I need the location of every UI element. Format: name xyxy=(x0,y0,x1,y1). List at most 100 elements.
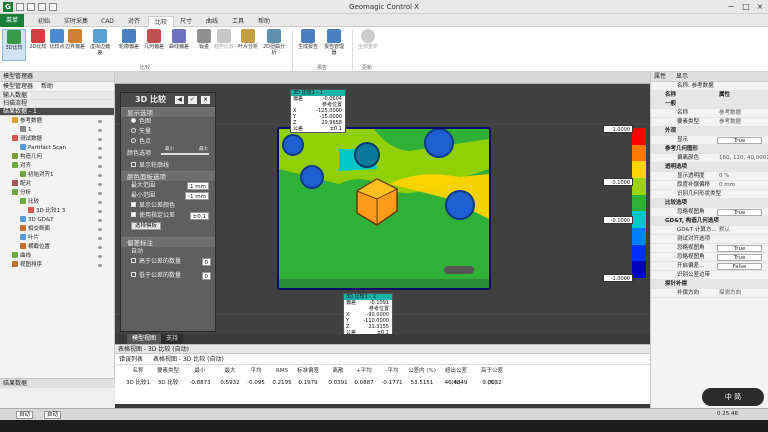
color-steps-slider[interactable] xyxy=(161,153,209,155)
report-manager-button[interactable]: 报告管理器 xyxy=(322,29,346,61)
table-header-cell[interactable]: 超出公差 (%) xyxy=(441,365,471,386)
tree-item[interactable]: 构造几何 xyxy=(0,153,114,162)
visibility-icon[interactable] xyxy=(98,237,102,240)
property-section[interactable]: 外观 xyxy=(651,127,768,136)
max-range-field[interactable]: 1 mm xyxy=(187,182,209,190)
tree-item[interactable]: 对齐 xyxy=(0,162,114,171)
tree-item[interactable]: 初始对齐1 xyxy=(0,171,114,180)
tab-realtime[interactable]: 实时采集 xyxy=(58,16,94,27)
property-section[interactable]: 参考几何图形 xyxy=(651,145,768,154)
back-icon[interactable]: ◀ xyxy=(175,96,184,104)
visibility-icon[interactable] xyxy=(98,138,102,141)
option-colorpoint[interactable]: 色点 xyxy=(121,137,215,147)
tree-item[interactable]: 测试数据 xyxy=(0,135,114,144)
tree-item[interactable]: 曲线 xyxy=(0,252,114,261)
tab-cad[interactable]: CAD xyxy=(95,16,120,27)
table-header-cell[interactable]: 高于公差 (%) xyxy=(477,365,507,386)
compare-3d-button[interactable]: 3D比较 xyxy=(2,29,26,61)
annotation-header[interactable]: 偏差标注 xyxy=(121,237,215,247)
trend-button[interactable]: 趋势比较 xyxy=(212,29,236,61)
option-vector[interactable]: 矢量 xyxy=(121,127,215,137)
curve-deviation-button[interactable]: 曲线偏差 xyxy=(167,29,191,61)
tree-item[interactable]: 相交断面 xyxy=(0,225,114,234)
tree-item[interactable]: 视图排序 xyxy=(0,261,114,270)
ime-widget[interactable]: 中 简 xyxy=(702,388,764,406)
visibility-icon[interactable] xyxy=(98,255,102,258)
visibility-icon[interactable] xyxy=(98,174,102,177)
property-section[interactable]: GD&T, 构造几何选项 xyxy=(651,217,768,226)
visibility-icon[interactable] xyxy=(98,147,102,150)
visibility-icon[interactable] xyxy=(98,219,102,222)
tab-model-view[interactable]: 模型视图 xyxy=(127,334,162,344)
tab-dimension[interactable]: 尺寸 xyxy=(174,16,198,27)
tree-item[interactable]: 3D 比较1 3 xyxy=(0,207,114,216)
section-result-data[interactable]: 结果数据 - 1 xyxy=(0,108,114,116)
section-input-data[interactable]: 输入数据 xyxy=(0,92,114,100)
tab-initial[interactable]: 初始 xyxy=(32,16,56,27)
property-row[interactable]: 忽略视图角 True xyxy=(651,208,768,217)
select-template-button[interactable]: 选择模板 xyxy=(131,222,162,230)
property-value[interactable]: True xyxy=(717,254,762,261)
above-tolerance-row[interactable]: 高于公差的数量 0 xyxy=(121,257,215,267)
property-row[interactable]: 开启偏差... False xyxy=(651,262,768,271)
property-value[interactable]: False xyxy=(717,263,762,270)
boundary-deviation-button[interactable]: 边界偏差 xyxy=(63,29,87,61)
min-range-field[interactable]: -1 mm xyxy=(185,192,209,200)
visibility-icon[interactable] xyxy=(98,264,102,267)
close-icon[interactable]: × xyxy=(753,2,767,12)
tree-item[interactable]: 参考数据 xyxy=(0,117,114,126)
table-header-cell[interactable]: +平均 xyxy=(349,365,379,377)
property-row[interactable]: 补偿方向 探测方向 xyxy=(651,289,768,298)
display-options-header[interactable]: 显示选项 xyxy=(121,107,215,117)
generate-report-button[interactable]: 生成报告 xyxy=(296,29,320,61)
table-header-cell[interactable]: 要素类型 xyxy=(153,365,183,377)
property-row[interactable]: 厚度补偿偏移 0 mm xyxy=(651,181,768,190)
show-contour-row[interactable]: 显示轮廓线 xyxy=(121,161,215,171)
visibility-icon[interactable] xyxy=(98,120,102,123)
refresh-all-button[interactable]: 全部重新 xyxy=(356,29,380,61)
help-tab[interactable]: 帮助 xyxy=(41,83,53,90)
use-tolerance-row[interactable]: 使用指定公差 ±0.1 xyxy=(121,211,215,221)
property-row[interactable]: 识别公差边带 xyxy=(651,271,768,280)
tree-item[interactable]: 横截位置 xyxy=(0,243,114,252)
tolerance-field[interactable]: ±0.1 xyxy=(189,212,209,220)
property-section[interactable]: 一般 xyxy=(651,100,768,109)
tab-align[interactable]: 对齐 xyxy=(122,16,146,27)
visibility-icon[interactable] xyxy=(98,183,102,186)
deviation-callout[interactable]: 3D 比较1 - 2 偏差 -0.1091 参考位置 X -90.0000 Y -11… xyxy=(343,293,393,337)
table-header-cell[interactable]: 公差内 (%) xyxy=(407,365,437,377)
visibility-icon[interactable] xyxy=(98,129,102,132)
manager-tab[interactable]: 模型管理器 xyxy=(3,83,33,90)
property-row[interactable]: 显示 True xyxy=(651,136,768,145)
tab-compare[interactable]: 比较 xyxy=(148,16,175,27)
ok-icon[interactable]: ✓ xyxy=(188,96,197,104)
property-row[interactable]: 偏离颜色 160, 120, 40,0001 xyxy=(651,154,768,163)
property-section[interactable]: 探针补偿 xyxy=(651,280,768,289)
property-section[interactable]: 比较选项 xyxy=(651,199,768,208)
twist-analysis-button[interactable]: 2D扭曲分析 xyxy=(262,29,286,61)
tree-item[interactable]: 配对 xyxy=(0,180,114,189)
deviation-callout[interactable]: 3D 比较1 - 1 偏差 -0.0604 参考位置 X -125.0000 Y -1… xyxy=(290,89,346,133)
error-list-tab[interactable]: 错误列表 xyxy=(119,356,143,363)
tab-support[interactable]: 支持 xyxy=(161,334,184,344)
tab-menu[interactable]: 菜单 xyxy=(0,14,25,27)
property-value[interactable]: True xyxy=(717,137,762,144)
cancel-icon[interactable]: × xyxy=(201,96,210,104)
visibility-icon[interactable] xyxy=(98,156,102,159)
property-row[interactable]: 名称 参考数据 xyxy=(651,109,768,118)
option-colormap[interactable]: 色图 xyxy=(121,117,215,127)
visibility-icon[interactable] xyxy=(98,246,102,249)
table-header-cell[interactable]: -平均 xyxy=(377,365,407,377)
table-header-cell[interactable]: 标准偏差 xyxy=(293,365,323,377)
property-value[interactable]: True xyxy=(717,209,762,216)
tree-item[interactable]: 3D GD&T xyxy=(0,216,114,225)
minimize-icon[interactable]: − xyxy=(724,2,738,12)
property-row[interactable]: 要素类型 参考数据 xyxy=(651,118,768,127)
property-row[interactable]: 测试对齐选项 xyxy=(651,235,768,244)
table-header-cell[interactable]: 最小 xyxy=(185,365,215,377)
color-panel-header[interactable]: 颜色面板选项 xyxy=(121,171,215,181)
property-row[interactable]: 显示透明度 0 % xyxy=(651,172,768,181)
tree-item[interactable]: 1 xyxy=(0,126,114,135)
visibility-icon[interactable] xyxy=(98,192,102,195)
section-scan-flow[interactable]: 扫描流程 xyxy=(0,100,114,108)
